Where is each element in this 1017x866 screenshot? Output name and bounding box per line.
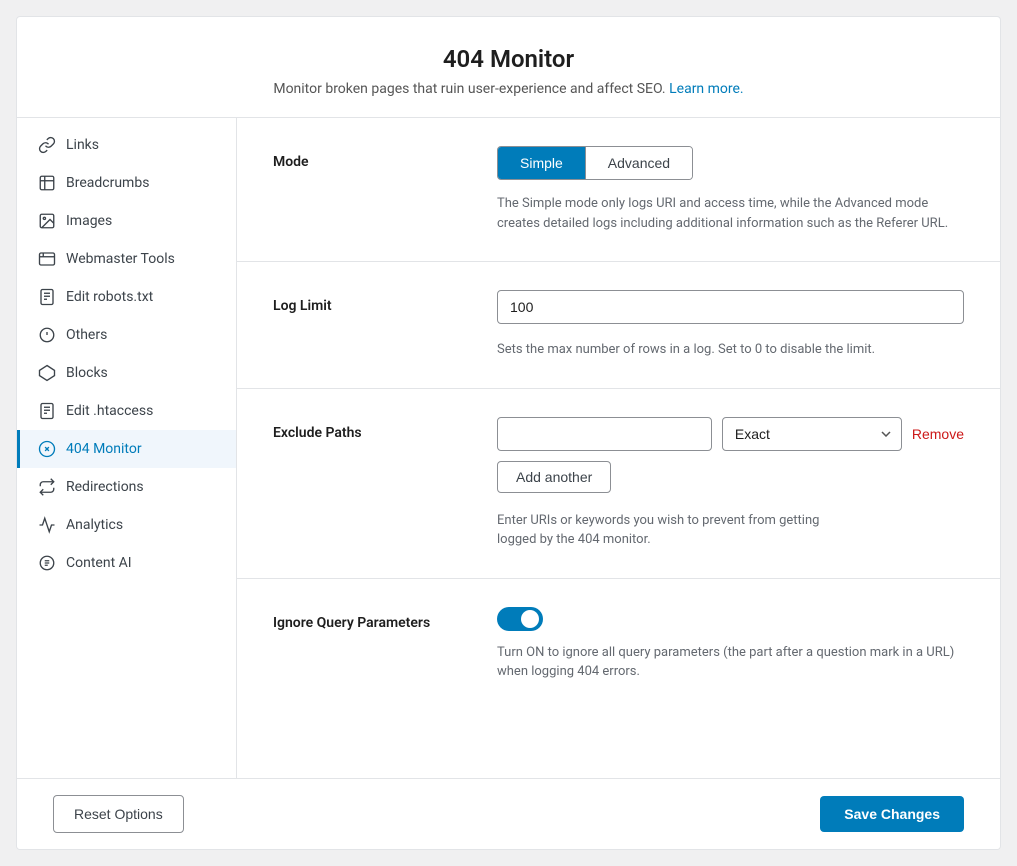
mode-description: The Simple mode only logs URI and access… [497, 194, 964, 233]
ignore-query-toggle[interactable] [497, 607, 543, 631]
sidebar-item-content-ai[interactable]: Content AI [17, 544, 236, 582]
sidebar-item-webmaster[interactable]: Webmaster Tools [17, 240, 236, 278]
learn-more-link[interactable]: Learn more. [669, 81, 744, 97]
body-layout: Links Breadcrumbs Images Webmaster Tools… [17, 118, 1000, 778]
log-limit-section: Log Limit Sets the max number of rows in… [237, 262, 1000, 389]
exclude-path-row: Exact Contains Starts With Ends With Reg… [497, 417, 964, 451]
remove-path-button[interactable]: Remove [912, 426, 964, 442]
redirections-icon [38, 478, 56, 496]
sidebar-label-404-monitor: 404 Monitor [66, 441, 142, 457]
sidebar-label-images: Images [66, 213, 112, 229]
htaccess-icon [38, 402, 56, 420]
sidebar-item-blocks[interactable]: Blocks [17, 354, 236, 392]
ignore-query-field-row: Ignore Query Parameters Turn ON to ignor… [273, 607, 964, 682]
sidebar-item-404-monitor[interactable]: 404 Monitor [17, 430, 236, 468]
ignore-query-description: Turn ON to ignore all query parameters (… [497, 643, 964, 682]
page-header: 404 Monitor Monitor broken pages that ru… [17, 17, 1000, 118]
log-limit-content: Sets the max number of rows in a log. Se… [497, 290, 964, 360]
sidebar-item-others[interactable]: Others [17, 316, 236, 354]
ignore-query-content: Turn ON to ignore all query parameters (… [497, 607, 964, 682]
sidebar-label-robots: Edit robots.txt [66, 289, 153, 305]
sidebar-item-breadcrumbs[interactable]: Breadcrumbs [17, 164, 236, 202]
exclude-paths-field-row: Exclude Paths Exact Contains Starts With… [273, 417, 964, 550]
ignore-query-section: Ignore Query Parameters Turn ON to ignor… [237, 579, 1000, 710]
sidebar: Links Breadcrumbs Images Webmaster Tools… [17, 118, 237, 778]
mode-section: Mode Simple Advanced The Simple mode onl… [237, 118, 1000, 262]
content-ai-icon [38, 554, 56, 572]
sidebar-label-analytics: Analytics [66, 517, 123, 533]
log-limit-label: Log Limit [273, 290, 473, 314]
log-limit-description: Sets the max number of rows in a log. Se… [497, 340, 964, 360]
ignore-query-label: Ignore Query Parameters [273, 607, 473, 631]
monitor-icon [38, 440, 56, 458]
link-icon [38, 136, 56, 154]
sidebar-label-redirections: Redirections [66, 479, 144, 495]
sidebar-label-webmaster: Webmaster Tools [66, 251, 175, 267]
log-limit-input[interactable] [497, 290, 964, 324]
exclude-match-select[interactable]: Exact Contains Starts With Ends With Reg… [722, 417, 902, 451]
mode-toggle-group: Simple Advanced [497, 146, 693, 180]
mode-advanced-button[interactable]: Advanced [586, 147, 692, 179]
sidebar-item-htaccess[interactable]: Edit .htaccess [17, 392, 236, 430]
sidebar-label-links: Links [66, 137, 99, 153]
log-limit-field-row: Log Limit Sets the max number of rows in… [273, 290, 964, 360]
mode-label: Mode [273, 146, 473, 170]
breadcrumb-icon [38, 174, 56, 192]
sidebar-item-images[interactable]: Images [17, 202, 236, 240]
mode-field-row: Mode Simple Advanced The Simple mode onl… [273, 146, 964, 233]
exclude-paths-label: Exclude Paths [273, 417, 473, 441]
page-subtitle: Monitor broken pages that ruin user-expe… [57, 81, 960, 97]
sidebar-label-htaccess: Edit .htaccess [66, 403, 153, 419]
sidebar-item-redirections[interactable]: Redirections [17, 468, 236, 506]
mode-content: Simple Advanced The Simple mode only log… [497, 146, 964, 233]
add-another-button[interactable]: Add another [497, 461, 611, 493]
exclude-paths-content: Exact Contains Starts With Ends With Reg… [497, 417, 964, 550]
others-icon [38, 326, 56, 344]
exclude-paths-description: Enter URIs or keywords you wish to preve… [497, 511, 964, 550]
sidebar-label-content-ai: Content AI [66, 555, 132, 571]
main-container: 404 Monitor Monitor broken pages that ru… [16, 16, 1001, 850]
toggle-knob [521, 610, 539, 628]
sidebar-item-robots[interactable]: Edit robots.txt [17, 278, 236, 316]
images-icon [38, 212, 56, 230]
webmaster-icon [38, 250, 56, 268]
page-title: 404 Monitor [57, 45, 960, 73]
content-area: Mode Simple Advanced The Simple mode onl… [237, 118, 1000, 778]
exclude-path-input[interactable] [497, 417, 712, 451]
analytics-icon [38, 516, 56, 534]
blocks-icon [38, 364, 56, 382]
exclude-paths-section: Exclude Paths Exact Contains Starts With… [237, 389, 1000, 579]
toggle-wrapper [497, 607, 964, 631]
robots-icon [38, 288, 56, 306]
sidebar-label-others: Others [66, 327, 107, 343]
reset-button[interactable]: Reset Options [53, 795, 184, 833]
sidebar-label-breadcrumbs: Breadcrumbs [66, 175, 149, 191]
sidebar-item-analytics[interactable]: Analytics [17, 506, 236, 544]
footer-bar: Reset Options Save Changes [17, 778, 1000, 849]
sidebar-label-blocks: Blocks [66, 365, 108, 381]
mode-simple-button[interactable]: Simple [498, 147, 586, 179]
sidebar-item-links[interactable]: Links [17, 126, 236, 164]
save-button[interactable]: Save Changes [820, 796, 964, 832]
